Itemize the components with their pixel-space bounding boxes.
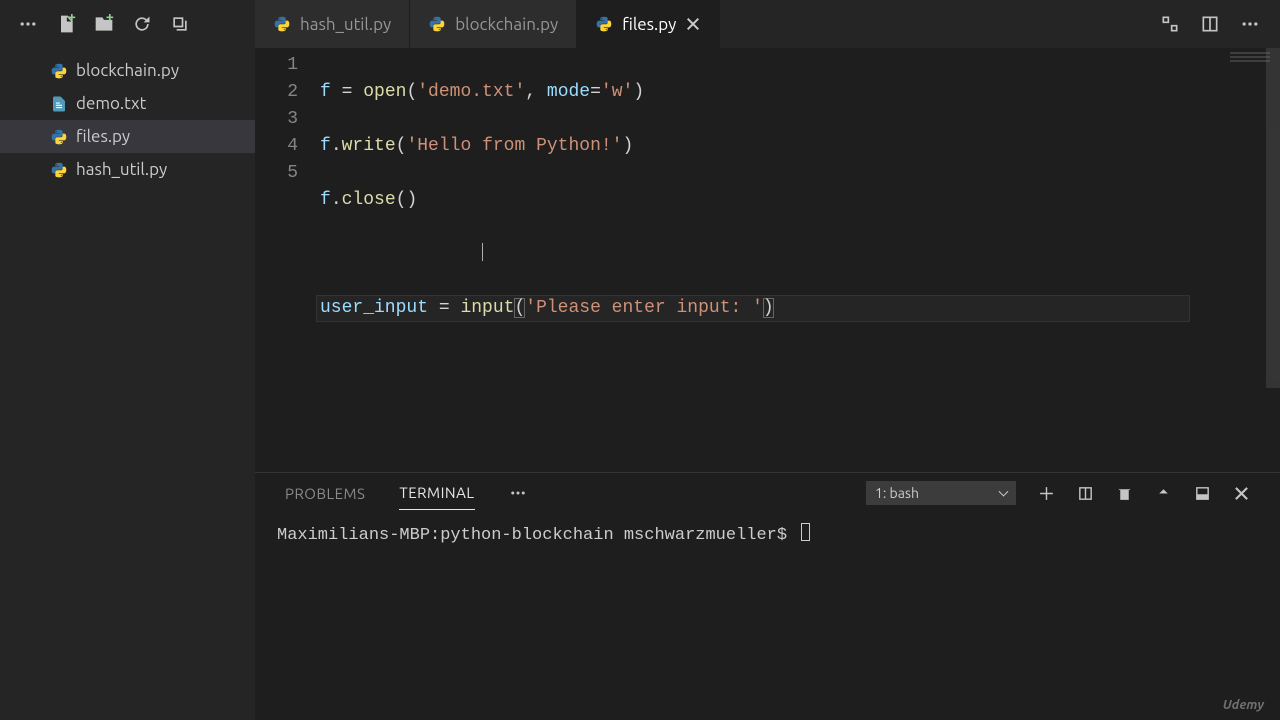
code-editor[interactable]: 1 2 3 4 5 f = open('demo.txt', mode='w')…	[255, 48, 1280, 472]
scrollbar-thumb[interactable]	[1266, 48, 1280, 388]
terminal-selector[interactable]: 1: bash	[866, 481, 1016, 505]
python-file-icon	[595, 15, 613, 33]
file-item-demo[interactable]: demo.txt	[0, 87, 255, 120]
file-label: files.py	[76, 127, 130, 146]
new-file-icon[interactable]	[56, 14, 76, 34]
line-number-gutter: 1 2 3 4 5	[255, 48, 320, 472]
collapse-all-icon[interactable]	[170, 14, 190, 34]
file-label: blockchain.py	[76, 61, 179, 80]
toggle-panel-icon[interactable]	[1194, 485, 1211, 502]
tab-files[interactable]: files.py	[577, 0, 720, 48]
python-file-icon	[428, 15, 446, 33]
new-folder-icon[interactable]	[94, 14, 114, 34]
file-item-files[interactable]: files.py	[0, 120, 255, 153]
sidebar: blockchain.py demo.txt files.py hash_uti…	[0, 0, 255, 720]
python-file-icon	[273, 15, 291, 33]
terminal-cursor	[801, 523, 810, 541]
python-file-icon	[50, 62, 68, 80]
ellipsis-icon[interactable]	[18, 14, 38, 34]
panel-more-icon[interactable]	[509, 484, 527, 502]
tab-label: files.py	[622, 15, 676, 34]
code-content[interactable]: f = open('demo.txt', mode='w') f.write('…	[320, 48, 1280, 472]
close-panel-icon[interactable]	[1233, 485, 1250, 502]
watermark-brand: Udemy	[1223, 698, 1264, 712]
compare-changes-icon[interactable]	[1160, 14, 1180, 34]
terminal-body[interactable]: Maximilians-MBP:python-blockchain mschwa…	[255, 513, 1280, 720]
maximize-panel-icon[interactable]	[1155, 485, 1172, 502]
tab-blockchain[interactable]: blockchain.py	[410, 0, 577, 48]
terminal-prompt: Maximilians-MBP:python-blockchain mschwa…	[277, 526, 797, 545]
file-label: hash_util.py	[76, 160, 167, 179]
editor-actions	[1140, 0, 1280, 48]
file-item-hashutil[interactable]: hash_util.py	[0, 153, 255, 186]
minimap[interactable]	[1230, 52, 1270, 70]
tab-label: blockchain.py	[455, 15, 558, 34]
new-terminal-icon[interactable]	[1038, 485, 1055, 502]
python-file-icon	[50, 128, 68, 146]
kill-terminal-icon[interactable]	[1116, 485, 1133, 502]
tab-label: hash_util.py	[300, 15, 391, 34]
close-icon[interactable]	[685, 16, 701, 32]
python-file-icon	[50, 161, 68, 179]
text-file-icon	[50, 95, 68, 113]
file-label: demo.txt	[76, 94, 146, 113]
panel-tab-problems[interactable]: Problems	[285, 477, 365, 510]
panel-tabs: Problems Terminal 1: bash	[255, 473, 1280, 513]
split-editor-icon[interactable]	[1200, 14, 1220, 34]
more-actions-icon[interactable]	[1240, 14, 1260, 34]
text-cursor	[482, 243, 483, 261]
explorer-toolbar	[0, 0, 255, 48]
file-list: blockchain.py demo.txt files.py hash_uti…	[0, 48, 255, 186]
tab-hash-util[interactable]: hash_util.py	[255, 0, 410, 48]
tabs-row: hash_util.py blockchain.py files.py	[255, 0, 1280, 48]
bottom-panel: Problems Terminal 1: bash Maximilians-MB…	[255, 472, 1280, 720]
split-terminal-icon[interactable]	[1077, 485, 1094, 502]
panel-actions: 1: bash	[866, 481, 1250, 505]
panel-tab-terminal[interactable]: Terminal	[399, 476, 474, 510]
editor-scrollbar[interactable]	[1266, 48, 1280, 720]
refresh-icon[interactable]	[132, 14, 152, 34]
file-item-blockchain[interactable]: blockchain.py	[0, 54, 255, 87]
editor-group: hash_util.py blockchain.py files.py 1 2	[255, 0, 1280, 720]
